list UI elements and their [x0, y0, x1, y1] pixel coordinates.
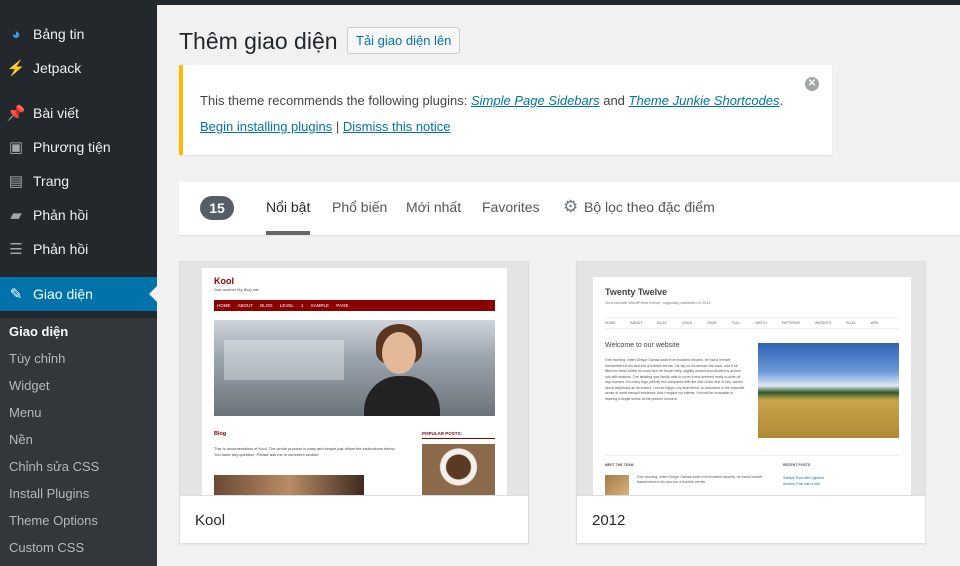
sidebar-item-label: Jetpack — [33, 60, 82, 76]
hero-window — [224, 340, 344, 380]
notice-actions: Begin installing plugins | Dismiss this … — [200, 119, 451, 134]
notice-message: This theme recommends the following plug… — [200, 93, 783, 108]
preview-hero-image — [214, 320, 495, 416]
sidebar-item-comments[interactable]: ▰ Phản hồi — [0, 198, 157, 232]
submenu-themes[interactable]: Giao diện — [9, 318, 68, 345]
theme-name: Kool — [180, 495, 528, 544]
preview-footer-left-title: MEET THE TEAM — [605, 463, 634, 467]
theme-card-kool[interactable]: Kool Just another My Blog site HOME ABOU… — [179, 261, 529, 544]
brush-icon: ✎ — [9, 286, 23, 303]
preview-nav: HOME ABOUT BLOG LEVEL 1 SAMPLE PAGE — [214, 300, 495, 311]
plugin-notice: This theme recommends the following plug… — [179, 65, 832, 155]
sidebar-item-label: Phản hồi — [33, 241, 89, 257]
theme-screenshot[interactable]: Kool Just another My Blog site HOME ABOU… — [180, 262, 528, 495]
preview-footer-links: Sample Post with Lightbox Another Post w… — [783, 475, 899, 487]
preview-tagline: Your favorite WordPress theme, originall… — [605, 300, 711, 305]
preview-footer-image — [605, 475, 629, 495]
media-icon: ▣ — [8, 139, 24, 156]
preview-thumbnail — [214, 475, 364, 495]
plugin-link-simple-page-sidebars[interactable]: Simple Page Sidebars — [471, 93, 600, 108]
begin-installing-link[interactable]: Begin installing plugins — [200, 119, 332, 134]
notice-separator: | — [332, 119, 343, 134]
feedback-icon: ☰ — [9, 241, 23, 258]
submenu-menus[interactable]: Menu — [9, 399, 42, 426]
sidebar-item-label: Phản hồi — [33, 207, 89, 223]
hero-face — [382, 332, 416, 374]
theme-name: 2012 — [577, 495, 925, 544]
pin-icon: 📌 — [6, 105, 26, 122]
sidebar-item-label: Bài viết — [33, 105, 79, 121]
submenu-install-plugins[interactable]: Install Plugins — [9, 480, 89, 507]
preview-coffee-image — [422, 444, 495, 495]
sidebar-item-pages[interactable]: ▤ Trang — [0, 164, 157, 198]
preview-footer-text: One morning, when Gregor Samsa woke from… — [637, 475, 763, 484]
preview-divider — [605, 455, 899, 456]
theme-preview-page: Twenty Twelve Your favorite WordPress th… — [593, 277, 911, 495]
preview-section-title: Blog — [214, 431, 227, 437]
preview-text: This is documentation of Kool. The whole… — [214, 446, 396, 457]
theme-card-2012[interactable]: Twenty Twelve Your favorite WordPress th… — [576, 261, 926, 544]
preview-footer-right-title: RECENT POSTS — [783, 463, 811, 467]
tab-latest[interactable]: Mới nhất — [406, 199, 461, 235]
theme-preview-page: Kool Just another My Blog site HOME ABOU… — [202, 268, 507, 495]
submenu-customize[interactable]: Tùy chỉnh — [9, 345, 65, 372]
preview-nav: HOME ABOUT BLOG CHILD PAGE FULL WIDTH PA… — [605, 317, 899, 329]
preview-landscape-image — [758, 343, 899, 438]
close-icon[interactable]: ✕ — [805, 77, 819, 91]
jetpack-icon: ⚡ — [6, 60, 26, 77]
dashboard-icon: ◕ — [11, 25, 21, 43]
sidebar-item-posts[interactable]: 📌 Bài viết — [0, 96, 157, 130]
feature-filter-button[interactable]: Bộ lọc theo đặc điểm — [584, 199, 715, 235]
sidebar-item-media[interactable]: ▣ Phương tiện — [0, 130, 157, 164]
gear-icon[interactable]: ⚙ — [563, 197, 578, 217]
submenu-custom-css[interactable]: Custom CSS — [9, 534, 84, 561]
theme-screenshot[interactable]: Twenty Twelve Your favorite WordPress th… — [577, 262, 925, 495]
sidebar-item-jetpack[interactable]: ⚡ Jetpack — [0, 51, 157, 85]
sidebar-item-dashboard[interactable]: ◕ Bảng tin — [0, 17, 157, 51]
sidebar-item-label: Trang — [33, 173, 70, 189]
preview-sidebar-title: POPULAR POSTS: — [422, 431, 495, 439]
plugin-link-theme-junkie-shortcodes[interactable]: Theme Junkie Shortcodes — [629, 93, 780, 108]
sidebar-item-label: Bảng tin — [33, 26, 85, 42]
page-icon: ▤ — [8, 173, 24, 190]
notice-and: and — [599, 93, 629, 108]
sidebar-item-appearance[interactable]: ✎ Giao diện — [0, 277, 157, 311]
preview-site-title: Kool — [214, 276, 234, 286]
admin-bar — [157, 0, 960, 5]
page-title: Thêm giao diện — [179, 28, 338, 54]
theme-filter-bar: 15 Nổi bật Phổ biến Mới nhất Favorites ⚙… — [179, 182, 960, 235]
submenu-edit-css[interactable]: Chỉnh sửa CSS — [9, 453, 99, 480]
theme-count-badge: 15 — [200, 196, 234, 220]
preview-footer-link: Another Post with a title — [783, 482, 820, 486]
admin-sidebar: ◕ Bảng tin ⚡ Jetpack 📌 Bài viết ▣ Phương… — [0, 0, 157, 566]
preview-text: One morning, when Gregor Samsa woke from… — [605, 358, 745, 401]
upload-theme-button[interactable]: Tải giao diện lên — [347, 27, 461, 54]
tab-featured[interactable]: Nổi bật — [266, 199, 311, 235]
dismiss-notice-link[interactable]: Dismiss this notice — [343, 119, 451, 134]
preview-heading: Welcome to our website — [605, 342, 680, 349]
notice-text: This theme recommends the following plug… — [200, 93, 471, 108]
notice-period: . — [779, 93, 784, 108]
submenu-background[interactable]: Nền — [9, 426, 33, 453]
sidebar-item-label: Giao diện — [33, 286, 93, 302]
comment-icon: ▰ — [10, 207, 22, 224]
sidebar-item-label: Phương tiện — [33, 139, 111, 155]
hero-body — [364, 376, 440, 416]
appearance-submenu: Giao diện Tùy chỉnh Widget Menu Nền Chỉn… — [0, 318, 157, 566]
tab-favorites[interactable]: Favorites — [482, 199, 540, 235]
tab-popular[interactable]: Phổ biến — [332, 199, 387, 235]
submenu-theme-options[interactable]: Theme Options — [9, 507, 98, 534]
sidebar-item-feedback[interactable]: ☰ Phản hồi — [0, 232, 157, 266]
preview-site-title: Twenty Twelve — [605, 287, 668, 297]
submenu-widgets[interactable]: Widget — [9, 372, 49, 399]
preview-tagline: Just another My Blog site — [214, 287, 259, 292]
